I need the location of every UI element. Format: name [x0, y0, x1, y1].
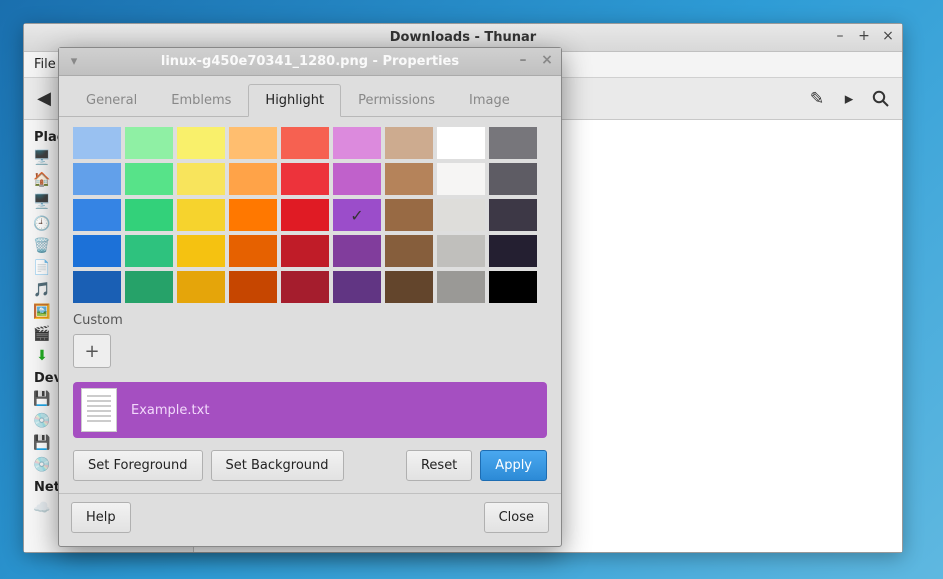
downloads-icon: ⬇ [34, 348, 50, 364]
color-swatch[interactable] [489, 127, 537, 159]
computer-icon: 🖥️ [34, 150, 50, 166]
color-swatch[interactable] [281, 127, 329, 159]
window-controls: – + × [832, 28, 896, 44]
window-title: Downloads - Thunar [390, 30, 536, 45]
color-swatch[interactable] [73, 163, 121, 195]
color-swatch[interactable] [177, 199, 225, 231]
color-swatch[interactable] [125, 199, 173, 231]
disk-icon: 💾 [34, 435, 50, 451]
color-swatch[interactable] [229, 127, 277, 159]
color-swatch[interactable] [333, 271, 381, 303]
color-swatch[interactable] [437, 199, 485, 231]
dropdown-icon[interactable]: ▸ [834, 84, 864, 114]
color-swatch[interactable] [125, 271, 173, 303]
color-swatch[interactable] [437, 163, 485, 195]
tab-image[interactable]: Image [452, 84, 527, 117]
color-swatch[interactable] [489, 163, 537, 195]
dialog-tabs: General Emblems Highlight Permissions Im… [59, 76, 561, 117]
color-swatch[interactable] [437, 235, 485, 267]
color-swatch[interactable] [73, 199, 121, 231]
documents-icon: 📄 [34, 260, 50, 276]
desktop-icon: 🖥️ [34, 194, 50, 210]
edit-icon[interactable]: ✎ [802, 84, 832, 114]
color-swatch[interactable] [333, 163, 381, 195]
close-icon[interactable]: × [880, 28, 896, 44]
home-icon: 🏠 [34, 172, 50, 188]
color-swatch[interactable] [489, 235, 537, 267]
color-swatch[interactable] [177, 235, 225, 267]
color-swatch[interactable] [385, 271, 433, 303]
color-swatch[interactable] [281, 235, 329, 267]
color-swatch[interactable] [229, 271, 277, 303]
color-swatch[interactable] [281, 199, 329, 231]
set-foreground-button[interactable]: Set Foreground [73, 450, 203, 481]
filesystem-icon: 💾 [34, 391, 50, 407]
tab-general[interactable]: General [69, 84, 154, 117]
videos-icon: 🎬 [34, 326, 50, 342]
color-swatch[interactable] [385, 163, 433, 195]
color-swatch[interactable] [125, 127, 173, 159]
preview-box: Example.txt [73, 382, 547, 438]
color-swatch[interactable]: ✓ [333, 199, 381, 231]
pictures-icon: 🖼️ [34, 304, 50, 320]
reset-button[interactable]: Reset [406, 450, 472, 481]
apply-button[interactable]: Apply [480, 450, 547, 481]
color-palette: ✓ [73, 127, 547, 303]
minimize-icon[interactable]: – [832, 28, 848, 44]
color-swatch[interactable] [333, 235, 381, 267]
tab-emblems[interactable]: Emblems [154, 84, 248, 117]
set-background-button[interactable]: Set Background [211, 450, 344, 481]
add-color-button[interactable]: + [73, 334, 111, 368]
color-swatch[interactable] [73, 271, 121, 303]
color-swatch[interactable] [73, 127, 121, 159]
document-icon [81, 388, 117, 432]
color-swatch[interactable] [125, 235, 173, 267]
properties-dialog: ▾ linux-g450e70341_1280.png - Properties… [58, 47, 562, 547]
color-swatch[interactable] [177, 163, 225, 195]
search-icon[interactable] [866, 84, 896, 114]
tab-permissions[interactable]: Permissions [341, 84, 452, 117]
dialog-close-icon[interactable]: × [539, 52, 555, 68]
color-swatch[interactable] [385, 235, 433, 267]
color-swatch[interactable] [125, 163, 173, 195]
menu-file[interactable]: File [34, 57, 56, 72]
color-swatch[interactable] [229, 163, 277, 195]
preview-label: Example.txt [131, 403, 209, 418]
color-swatch[interactable] [333, 127, 381, 159]
color-swatch[interactable] [229, 235, 277, 267]
close-button[interactable]: Close [484, 502, 549, 533]
color-swatch[interactable] [385, 127, 433, 159]
color-swatch[interactable] [281, 271, 329, 303]
color-swatch[interactable] [177, 271, 225, 303]
color-swatch[interactable] [437, 271, 485, 303]
back-button[interactable]: ◀ [30, 85, 58, 113]
color-swatch[interactable] [73, 235, 121, 267]
color-swatch[interactable] [177, 127, 225, 159]
color-swatch[interactable] [385, 199, 433, 231]
dialog-titlebar: ▾ linux-g450e70341_1280.png - Properties… [59, 48, 561, 76]
maximize-icon[interactable]: + [856, 28, 872, 44]
music-icon: 🎵 [34, 282, 50, 298]
drive-icon: 💿 [34, 457, 50, 473]
dialog-minimize-icon[interactable]: – [515, 52, 531, 68]
help-button[interactable]: Help [71, 502, 131, 533]
color-swatch[interactable] [437, 127, 485, 159]
color-swatch[interactable] [281, 163, 329, 195]
network-icon: ☁️ [34, 500, 50, 516]
optical-icon: 💿 [34, 413, 50, 429]
recent-icon: 🕘 [34, 216, 50, 232]
color-swatch[interactable] [489, 271, 537, 303]
custom-label: Custom [73, 313, 547, 328]
dialog-title: linux-g450e70341_1280.png - Properties [161, 54, 459, 69]
color-swatch[interactable] [489, 199, 537, 231]
tab-highlight[interactable]: Highlight [248, 84, 341, 117]
trash-icon: 🗑️ [34, 238, 50, 254]
dialog-menu-icon[interactable]: ▾ [65, 52, 83, 70]
color-swatch[interactable] [229, 199, 277, 231]
